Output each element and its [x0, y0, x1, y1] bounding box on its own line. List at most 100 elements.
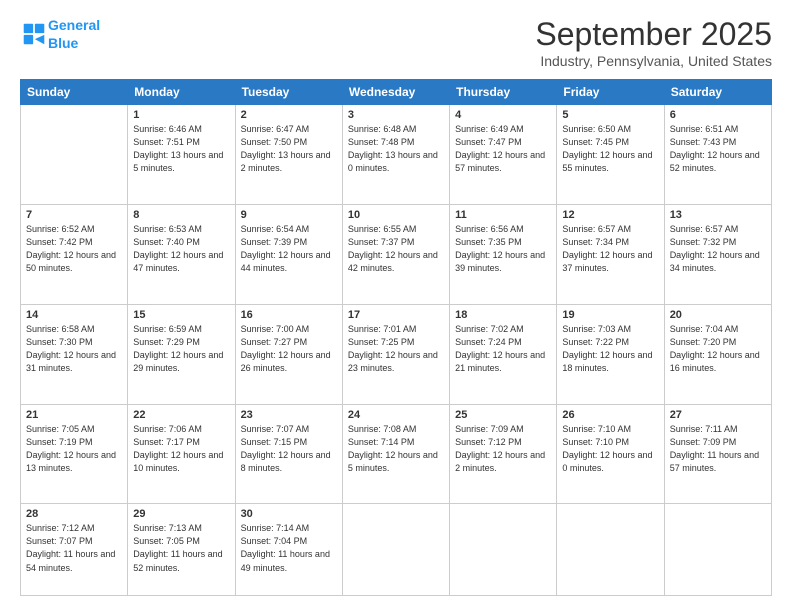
- day-number: 29: [133, 508, 229, 520]
- day-detail: Sunrise: 6:47 AMSunset: 7:50 PMDaylight:…: [241, 123, 337, 175]
- weekday-header: Wednesday: [342, 80, 449, 105]
- day-detail: Sunrise: 6:55 AMSunset: 7:37 PMDaylight:…: [348, 223, 444, 275]
- day-number: 16: [241, 309, 337, 321]
- calendar-cell: [342, 504, 449, 596]
- calendar-cell: 11 Sunrise: 6:56 AMSunset: 7:35 PMDayligh…: [450, 204, 557, 304]
- day-number: 18: [455, 309, 551, 321]
- day-detail: Sunrise: 7:10 AMSunset: 7:10 PMDaylight:…: [562, 423, 658, 475]
- day-detail: Sunrise: 7:13 AMSunset: 7:05 PMDaylight:…: [133, 522, 229, 574]
- day-number: 13: [670, 209, 766, 221]
- calendar-cell: [450, 504, 557, 596]
- day-detail: Sunrise: 6:48 AMSunset: 7:48 PMDaylight:…: [348, 123, 444, 175]
- calendar-cell: 14 Sunrise: 6:58 AMSunset: 7:30 PMDayligh…: [21, 304, 128, 404]
- day-number: 25: [455, 409, 551, 421]
- day-detail: Sunrise: 7:08 AMSunset: 7:14 PMDaylight:…: [348, 423, 444, 475]
- weekday-header: Tuesday: [235, 80, 342, 105]
- calendar-cell: 8Sunrise: 6:53 AMSunset: 7:40 PMDaylight…: [128, 204, 235, 304]
- calendar-cell: 7 Sunrise: 6:52 AMSunset: 7:42 PMDaylight…: [21, 204, 128, 304]
- day-number: 6: [670, 109, 766, 121]
- day-number: 21: [26, 409, 122, 421]
- calendar-cell: 10 Sunrise: 6:55 AMSunset: 7:37 PMDayligh…: [342, 204, 449, 304]
- day-number: 3: [348, 109, 444, 121]
- month-title: September 2025: [535, 16, 772, 53]
- logo: General Blue: [20, 16, 100, 52]
- day-detail: Sunrise: 7:02 AMSunset: 7:24 PMDaylight:…: [455, 323, 551, 375]
- calendar-cell: 1Sunrise: 6:46 AMSunset: 7:51 PMDaylight…: [128, 105, 235, 205]
- calendar-cell: 28 Sunrise: 7:12 AMSunset: 7:07 PMDayligh…: [21, 504, 128, 596]
- day-detail: Sunrise: 7:01 AMSunset: 7:25 PMDaylight:…: [348, 323, 444, 375]
- calendar-cell: [557, 504, 664, 596]
- calendar-cell: 21 Sunrise: 7:05 AMSunset: 7:19 PMDayligh…: [21, 404, 128, 504]
- calendar-cell: 16 Sunrise: 7:00 AMSunset: 7:27 PMDayligh…: [235, 304, 342, 404]
- day-detail: Sunrise: 6:57 AMSunset: 7:34 PMDaylight:…: [562, 223, 658, 275]
- day-number: 7: [26, 209, 122, 221]
- day-detail: Sunrise: 7:11 AMSunset: 7:09 PMDaylight:…: [670, 423, 766, 475]
- calendar-cell: 17 Sunrise: 7:01 AMSunset: 7:25 PMDayligh…: [342, 304, 449, 404]
- calendar-cell: 9 Sunrise: 6:54 AMSunset: 7:39 PMDaylight…: [235, 204, 342, 304]
- day-number: 27: [670, 409, 766, 421]
- calendar-cell: 13 Sunrise: 6:57 AMSunset: 7:32 PMDayligh…: [664, 204, 771, 304]
- calendar-cell: 18 Sunrise: 7:02 AMSunset: 7:24 PMDayligh…: [450, 304, 557, 404]
- day-number: 1: [133, 109, 229, 121]
- day-number: 8: [133, 209, 229, 221]
- day-number: 11: [455, 209, 551, 221]
- calendar-cell: 12Sunrise: 6:57 AMSunset: 7:34 PMDayligh…: [557, 204, 664, 304]
- weekday-header: Saturday: [664, 80, 771, 105]
- calendar-cell: 20 Sunrise: 7:04 AMSunset: 7:20 PMDayligh…: [664, 304, 771, 404]
- day-detail: Sunrise: 6:57 AMSunset: 7:32 PMDaylight:…: [670, 223, 766, 275]
- calendar-cell: 2 Sunrise: 6:47 AMSunset: 7:50 PMDaylight…: [235, 105, 342, 205]
- day-detail: Sunrise: 7:04 AMSunset: 7:20 PMDaylight:…: [670, 323, 766, 375]
- day-detail: Sunrise: 7:03 AMSunset: 7:22 PMDaylight:…: [562, 323, 658, 375]
- day-number: 2: [241, 109, 337, 121]
- calendar-cell: [664, 504, 771, 596]
- calendar-cell: 4 Sunrise: 6:49 AMSunset: 7:47 PMDaylight…: [450, 105, 557, 205]
- calendar-cell: 6 Sunrise: 6:51 AMSunset: 7:43 PMDaylight…: [664, 105, 771, 205]
- day-detail: Sunrise: 6:51 AMSunset: 7:43 PMDaylight:…: [670, 123, 766, 175]
- weekday-header: Sunday: [21, 80, 128, 105]
- weekday-header: Friday: [557, 80, 664, 105]
- day-number: 22: [133, 409, 229, 421]
- day-number: 24: [348, 409, 444, 421]
- day-detail: Sunrise: 7:05 AMSunset: 7:19 PMDaylight:…: [26, 423, 122, 475]
- calendar-cell: 27 Sunrise: 7:11 AMSunset: 7:09 PMDayligh…: [664, 404, 771, 504]
- day-detail: Sunrise: 7:12 AMSunset: 7:07 PMDaylight:…: [26, 522, 122, 574]
- logo-icon: [22, 22, 46, 46]
- day-number: 9: [241, 209, 337, 221]
- day-number: 28: [26, 508, 122, 520]
- day-detail: Sunrise: 7:09 AMSunset: 7:12 PMDaylight:…: [455, 423, 551, 475]
- weekday-header: Thursday: [450, 80, 557, 105]
- day-detail: Sunrise: 7:00 AMSunset: 7:27 PMDaylight:…: [241, 323, 337, 375]
- calendar-cell: 23Sunrise: 7:07 AMSunset: 7:15 PMDayligh…: [235, 404, 342, 504]
- calendar-cell: 24 Sunrise: 7:08 AMSunset: 7:14 PMDayligh…: [342, 404, 449, 504]
- day-number: 14: [26, 309, 122, 321]
- day-number: 4: [455, 109, 551, 121]
- header: General Blue September 2025 Industry, Pe…: [20, 16, 772, 69]
- day-number: 5: [562, 109, 658, 121]
- calendar-cell: 3 Sunrise: 6:48 AMSunset: 7:48 PMDaylight…: [342, 105, 449, 205]
- day-detail: Sunrise: 6:58 AMSunset: 7:30 PMDaylight:…: [26, 323, 122, 375]
- calendar-cell: 25 Sunrise: 7:09 AMSunset: 7:12 PMDayligh…: [450, 404, 557, 504]
- calendar-table: SundayMondayTuesdayWednesdayThursdayFrid…: [20, 79, 772, 596]
- calendar-cell: 5 Sunrise: 6:50 AMSunset: 7:45 PMDaylight…: [557, 105, 664, 205]
- day-number: 26: [562, 409, 658, 421]
- day-detail: Sunrise: 6:50 AMSunset: 7:45 PMDaylight:…: [562, 123, 658, 175]
- day-detail: Sunrise: 6:52 AMSunset: 7:42 PMDaylight:…: [26, 223, 122, 275]
- page: General Blue September 2025 Industry, Pe…: [0, 0, 792, 612]
- day-detail: Sunrise: 7:07 AMSunset: 7:15 PMDaylight:…: [241, 423, 337, 475]
- day-number: 10: [348, 209, 444, 221]
- day-detail: Sunrise: 6:49 AMSunset: 7:47 PMDaylight:…: [455, 123, 551, 175]
- day-detail: Sunrise: 7:14 AMSunset: 7:04 PMDaylight:…: [241, 522, 337, 574]
- day-number: 17: [348, 309, 444, 321]
- weekday-header: Monday: [128, 80, 235, 105]
- calendar-cell: 26 Sunrise: 7:10 AMSunset: 7:10 PMDayligh…: [557, 404, 664, 504]
- day-number: 15: [133, 309, 229, 321]
- logo-text: General Blue: [48, 16, 100, 52]
- day-number: 30: [241, 508, 337, 520]
- day-number: 19: [562, 309, 658, 321]
- day-detail: Sunrise: 7:06 AMSunset: 7:17 PMDaylight:…: [133, 423, 229, 475]
- day-detail: Sunrise: 6:56 AMSunset: 7:35 PMDaylight:…: [455, 223, 551, 275]
- calendar-cell: [21, 105, 128, 205]
- day-number: 20: [670, 309, 766, 321]
- day-detail: Sunrise: 6:54 AMSunset: 7:39 PMDaylight:…: [241, 223, 337, 275]
- location: Industry, Pennsylvania, United States: [535, 53, 772, 69]
